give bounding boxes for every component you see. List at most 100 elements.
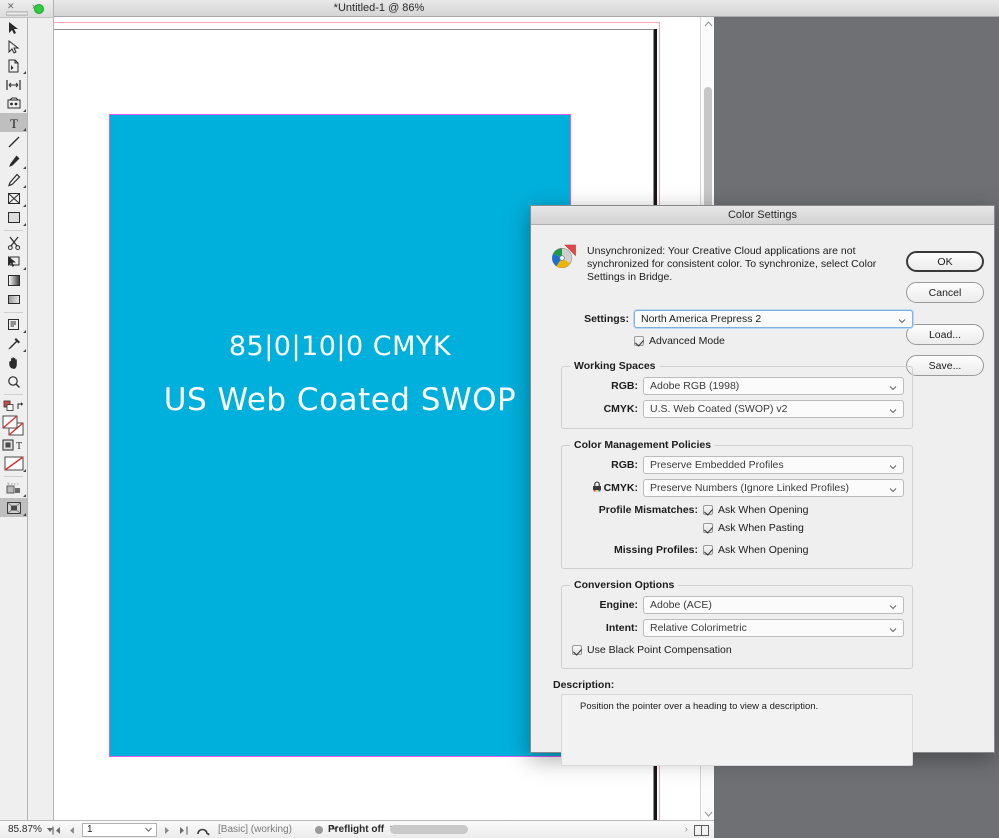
artwork-text-line-2: US Web Coated SWOP bbox=[163, 382, 517, 418]
note-tool[interactable] bbox=[0, 315, 27, 334]
chevron-down-icon[interactable] bbox=[144, 825, 153, 838]
color-settings-dialog[interactable]: Color Settings Unsynchronized: Your Crea… bbox=[530, 205, 995, 766]
horizontal-scrollbar[interactable] bbox=[390, 823, 700, 836]
missing-profiles-label: Missing Profiles: bbox=[613, 544, 698, 556]
tools-panel-header: ✕ » bbox=[0, 0, 54, 18]
save-button[interactable]: Save... bbox=[906, 355, 984, 376]
apply-none-swatch[interactable] bbox=[0, 454, 27, 473]
advanced-mode-checkbox[interactable] bbox=[634, 336, 644, 346]
chevron-down-icon[interactable] bbox=[889, 460, 897, 470]
chevron-down-icon[interactable] bbox=[889, 623, 897, 633]
description-box: Position the pointer over a heading to v… bbox=[561, 694, 913, 766]
fill-stroke-swap[interactable] bbox=[0, 397, 27, 416]
scroll-right-arrow[interactable]: › bbox=[685, 821, 688, 838]
intent-select[interactable]: Relative Colorimetric bbox=[643, 619, 904, 637]
ask-when-pasting-label: Ask When Pasting bbox=[718, 522, 804, 534]
chevron-down-icon[interactable] bbox=[898, 314, 906, 324]
normal-view-mode[interactable] bbox=[0, 479, 27, 498]
next-page-button[interactable] bbox=[163, 821, 171, 838]
formatting-affects-container[interactable]: T bbox=[0, 435, 27, 454]
ask-when-opening-2-row[interactable]: Ask When Opening bbox=[703, 542, 808, 558]
settings-select[interactable]: North America Prepress 2 bbox=[634, 310, 913, 328]
scroll-up-icon[interactable] bbox=[701, 17, 715, 30]
page-number-value: 1 bbox=[87, 824, 93, 835]
selection-tool[interactable] bbox=[0, 18, 27, 37]
panel-drag-grip[interactable] bbox=[6, 11, 28, 16]
frame-tool[interactable] bbox=[0, 189, 27, 208]
document-title-bar[interactable]: *Untitled-1 @ 86% bbox=[34, 0, 999, 17]
pen-tool[interactable] bbox=[0, 151, 27, 170]
color-wheel-icon bbox=[551, 243, 577, 284]
black-point-compensation-row[interactable]: Use Black Point Compensation bbox=[572, 642, 904, 658]
scissors-tool[interactable] bbox=[0, 233, 27, 252]
profile-mismatches-label: Profile Mismatches: bbox=[598, 504, 698, 516]
policies-cmyk-label: CMYK: bbox=[603, 482, 638, 494]
indesign-application-window: ✕ » T bbox=[0, 0, 999, 838]
page-tool[interactable] bbox=[0, 56, 27, 75]
eyedropper-tool[interactable] bbox=[0, 334, 27, 353]
chevron-down-icon[interactable] bbox=[889, 381, 897, 391]
preflight-status[interactable]: Preflight off bbox=[315, 821, 398, 838]
ok-button[interactable]: OK bbox=[906, 251, 984, 272]
type-tool[interactable]: T bbox=[0, 113, 27, 132]
cyan-rectangle-object[interactable]: 85|0|10|0 CMYK US Web Coated SWOP bbox=[109, 114, 571, 757]
conversion-options-legend: Conversion Options bbox=[570, 579, 679, 591]
gradient-swatch-tool[interactable] bbox=[0, 271, 27, 290]
policies-cmyk-label-group: CMYK: bbox=[570, 481, 638, 495]
line-tool[interactable] bbox=[0, 132, 27, 151]
chevron-down-icon[interactable] bbox=[889, 483, 897, 493]
page-number-input[interactable]: 1 bbox=[82, 823, 157, 837]
direct-selection-tool[interactable] bbox=[0, 37, 27, 56]
zoom-level-control[interactable]: 85.87% bbox=[8, 821, 53, 838]
working-spaces-legend: Working Spaces bbox=[570, 360, 660, 372]
sync-alert-text: Unsynchronized: Your Creative Cloud appl… bbox=[587, 245, 877, 283]
ask-when-opening-1-label: Ask When Opening bbox=[718, 504, 809, 516]
split-layout-button[interactable] bbox=[694, 821, 709, 838]
rectangle-tool[interactable] bbox=[0, 208, 27, 227]
scroll-down-icon[interactable] bbox=[701, 807, 715, 820]
zoom-tool[interactable] bbox=[0, 372, 27, 391]
page-jump-icon[interactable] bbox=[196, 821, 210, 838]
first-page-button[interactable] bbox=[52, 821, 62, 838]
intent-label: Intent: bbox=[605, 622, 638, 634]
black-point-compensation-checkbox[interactable] bbox=[572, 645, 582, 655]
working-spaces-cmyk-select[interactable]: U.S. Web Coated (SWOP) v2 bbox=[643, 400, 904, 418]
preview-mode[interactable] bbox=[0, 498, 27, 517]
ask-when-pasting-row[interactable]: Ask When Pasting bbox=[703, 520, 804, 536]
horizontal-scroll-thumb[interactable] bbox=[390, 825, 468, 834]
load-button[interactable]: Load... bbox=[906, 324, 984, 345]
color-management-policies-legend: Color Management Policies bbox=[570, 439, 716, 451]
working-spaces-cmyk-value: U.S. Web Coated (SWOP) v2 bbox=[650, 403, 788, 415]
vertical-scroll-thumb[interactable] bbox=[704, 87, 712, 217]
close-window-dot[interactable] bbox=[34, 4, 44, 14]
ask-when-opening-2-checkbox[interactable] bbox=[703, 545, 713, 555]
cancel-button[interactable]: Cancel bbox=[906, 282, 984, 303]
free-transform-tool[interactable] bbox=[0, 252, 27, 271]
working-spaces-rgb-select[interactable]: Adobe RGB (1998) bbox=[643, 377, 904, 395]
ask-when-pasting-checkbox[interactable] bbox=[703, 523, 713, 533]
content-collector-tool[interactable] bbox=[0, 94, 27, 113]
ask-when-opening-1-row[interactable]: Ask When Opening bbox=[703, 502, 808, 518]
description-label: Description: bbox=[553, 679, 615, 691]
fill-stroke-proxy[interactable] bbox=[0, 414, 27, 436]
settings-value: North America Prepress 2 bbox=[641, 313, 762, 325]
dialog-button-column: OK Cancel Load... Save... bbox=[906, 251, 984, 386]
svg-text:T: T bbox=[10, 116, 18, 130]
previous-page-button[interactable] bbox=[68, 821, 76, 838]
gradient-feather-tool[interactable] bbox=[0, 290, 27, 309]
description-text: Position the pointer over a heading to v… bbox=[580, 701, 819, 712]
engine-label: Engine: bbox=[599, 599, 639, 611]
policies-rgb-select[interactable]: Preserve Embedded Profiles bbox=[643, 456, 904, 474]
gap-tool[interactable] bbox=[0, 75, 27, 94]
last-page-button[interactable] bbox=[178, 821, 188, 838]
engine-value: Adobe (ACE) bbox=[650, 599, 712, 611]
ask-when-opening-1-checkbox[interactable] bbox=[703, 505, 713, 515]
engine-select[interactable]: Adobe (ACE) bbox=[643, 596, 904, 614]
working-spaces-rgb-label: RGB: bbox=[611, 380, 638, 392]
dialog-title: Color Settings bbox=[531, 206, 994, 225]
pencil-tool[interactable] bbox=[0, 170, 27, 189]
chevron-down-icon[interactable] bbox=[889, 600, 897, 610]
chevron-down-icon[interactable] bbox=[889, 404, 897, 414]
hand-tool[interactable] bbox=[0, 353, 27, 372]
policies-cmyk-select[interactable]: Preserve Numbers (Ignore Linked Profiles… bbox=[643, 479, 904, 497]
